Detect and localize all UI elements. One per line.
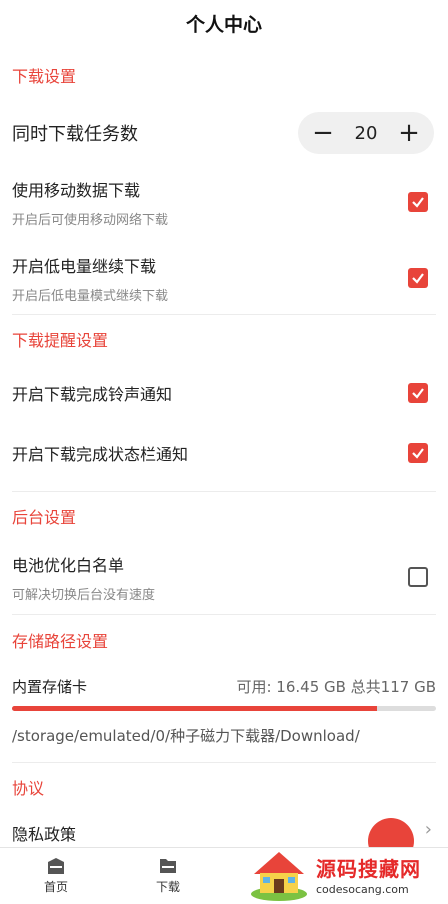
storage-path: /storage/emulated/0/种子磁力下载器/Download/ xyxy=(12,727,360,745)
ringtone-checkbox[interactable] xyxy=(408,383,428,403)
chevron-right-icon: › xyxy=(424,819,432,840)
mobile-data-title: 使用移动数据下载 xyxy=(12,180,141,200)
check-icon xyxy=(412,273,424,284)
ringtone-row[interactable]: 开启下载完成铃声通知 xyxy=(0,363,448,423)
concurrent-tasks-label: 同时下载任务数 xyxy=(12,124,138,145)
nav-home[interactable]: 首页 xyxy=(0,848,112,904)
nav-download[interactable]: 下载 xyxy=(112,848,224,904)
battery-whitelist-row[interactable]: 电池优化白名单 可解决切换后台没有速度 xyxy=(0,540,448,614)
battery-whitelist-checkbox[interactable] xyxy=(408,567,428,587)
low-battery-subtitle: 开启后低电量模式继续下载 xyxy=(12,288,169,304)
section-background-settings: 后台设置 xyxy=(12,508,77,527)
storage-capacity: 可用: 16.45 GB 总共117 GB xyxy=(236,677,436,696)
house-logo-icon xyxy=(251,852,307,901)
concurrent-tasks-row: 同时下载任务数 − 20 + xyxy=(0,104,448,162)
battery-whitelist-subtitle: 可解决切换后台没有速度 xyxy=(12,587,156,603)
watermark-url: codesocang.com xyxy=(316,882,409,896)
folder-icon xyxy=(160,859,176,873)
mobile-data-row[interactable]: 使用移动数据下载 开启后可使用移动网络下载 xyxy=(0,162,448,242)
mobile-data-checkbox[interactable] xyxy=(408,192,428,212)
privacy-policy-label: 隐私政策 xyxy=(12,825,77,844)
concurrent-tasks-stepper: − 20 + xyxy=(298,112,434,154)
check-icon xyxy=(412,388,424,399)
check-icon xyxy=(412,448,424,459)
watermark-text: 源码搜藏网 xyxy=(316,856,421,881)
home-icon xyxy=(48,858,64,874)
nav-download-label: 下载 xyxy=(155,880,180,894)
storage-usage-fill xyxy=(12,706,377,711)
section-agreement: 协议 xyxy=(12,779,45,798)
storage-card-row[interactable]: 内置存储卡 可用: 16.45 GB 总共117 GB xyxy=(0,673,448,699)
low-battery-checkbox[interactable] xyxy=(408,268,428,288)
battery-whitelist-title: 电池优化白名单 xyxy=(12,555,125,575)
concurrent-tasks-value: 20 xyxy=(354,122,378,144)
nav-home-label: 首页 xyxy=(43,880,68,894)
watermark: 源码搜藏网 codesocang.com xyxy=(248,844,444,904)
storage-usage-bar xyxy=(12,706,436,711)
section-download-settings: 下载设置 xyxy=(12,67,77,86)
section-reminder-settings: 下载提醒设置 xyxy=(12,331,109,350)
section-storage-settings: 存储路径设置 xyxy=(12,632,109,651)
mobile-data-subtitle: 开启后可使用移动网络下载 xyxy=(12,212,169,228)
increment-button[interactable]: + xyxy=(398,120,420,146)
check-icon xyxy=(412,197,424,208)
low-battery-row[interactable]: 开启低电量继续下载 开启后低电量模式继续下载 xyxy=(0,242,448,314)
storage-card-label: 内置存储卡 xyxy=(12,677,88,696)
statusbar-row[interactable]: 开启下载完成状态栏通知 xyxy=(0,423,448,483)
decrement-button[interactable]: − xyxy=(312,120,334,146)
page-title: 个人中心 xyxy=(185,13,262,36)
statusbar-title: 开启下载完成状态栏通知 xyxy=(12,445,189,464)
ringtone-title: 开启下载完成铃声通知 xyxy=(12,385,173,404)
low-battery-title: 开启低电量继续下载 xyxy=(12,256,157,276)
statusbar-checkbox[interactable] xyxy=(408,443,428,463)
